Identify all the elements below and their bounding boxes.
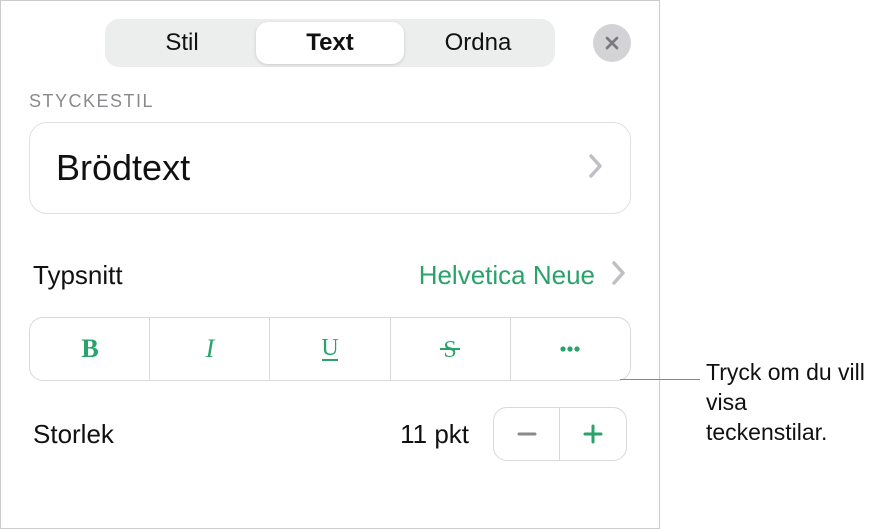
paragraph-style-value: Brödtext [56, 147, 190, 189]
plus-icon [580, 421, 606, 447]
italic-button[interactable]: I [150, 318, 270, 380]
tab-ordna[interactable]: Ordna [404, 22, 552, 64]
ellipsis-icon [555, 334, 585, 364]
size-increase-button[interactable] [560, 408, 626, 460]
font-value: Helvetica Neue [419, 260, 595, 291]
close-button[interactable] [593, 24, 631, 62]
svg-text:B: B [81, 334, 98, 363]
bold-button[interactable]: B [30, 318, 150, 380]
size-decrease-button[interactable] [494, 408, 560, 460]
tab-stil[interactable]: Stil [108, 22, 256, 64]
format-buttons: B I U S [29, 317, 631, 381]
size-label: Storlek [33, 419, 114, 450]
font-row[interactable]: Typsnitt Helvetica Neue [29, 248, 631, 303]
chevron-right-icon [588, 153, 604, 184]
svg-text:U: U [321, 335, 338, 361]
size-stepper [493, 407, 627, 461]
callout-text: Tryck om du vill visa teckenstilar. [706, 358, 866, 448]
chevron-right-icon [611, 260, 627, 291]
bold-icon: B [75, 334, 105, 364]
paragraph-style-button[interactable]: Brödtext [29, 122, 631, 214]
minus-icon [514, 421, 540, 447]
font-label: Typsnitt [33, 260, 123, 291]
size-row: Storlek 11 pkt [29, 403, 631, 465]
section-label: STYCKESTIL [29, 91, 631, 112]
segmented-control: Stil Text Ordna [105, 19, 555, 67]
size-value: 11 pkt [400, 419, 469, 450]
tabs-row: Stil Text Ordna [29, 19, 631, 67]
more-options-button[interactable] [511, 318, 630, 380]
callout-leader-line [620, 379, 700, 380]
underline-icon: U [315, 334, 345, 364]
format-panel: Stil Text Ordna STYCKESTIL Brödtext Typs… [0, 0, 660, 529]
close-icon [602, 33, 622, 53]
underline-button[interactable]: U [270, 318, 390, 380]
strikethrough-button[interactable]: S [391, 318, 511, 380]
svg-text:I: I [204, 334, 215, 363]
italic-icon: I [195, 334, 225, 364]
tab-text[interactable]: Text [256, 22, 404, 64]
strikethrough-icon: S [435, 334, 465, 364]
